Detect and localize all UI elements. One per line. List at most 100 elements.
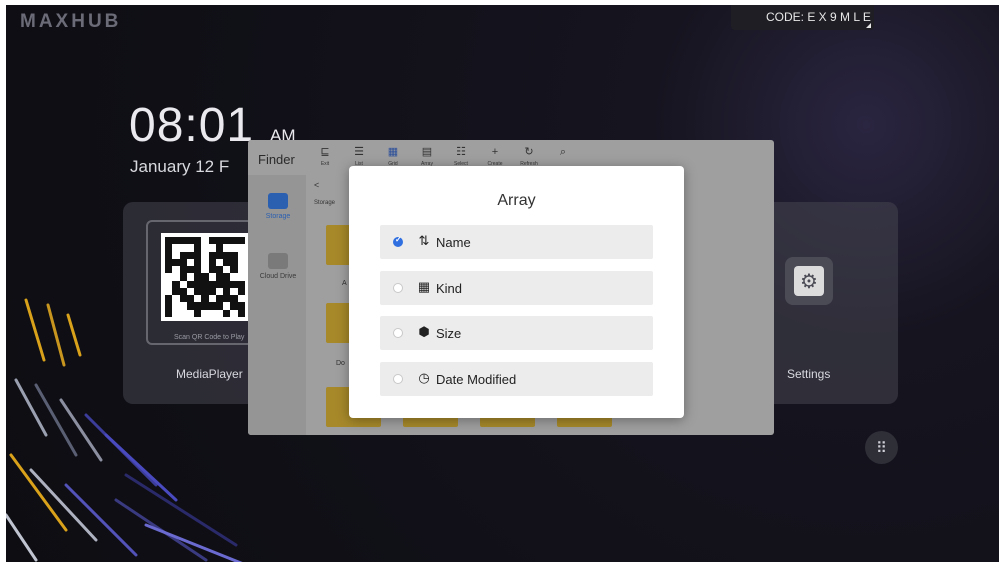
qr-module xyxy=(215,273,224,281)
radio-unchecked-icon[interactable] xyxy=(393,328,403,338)
qr-module xyxy=(230,237,238,245)
radio-unchecked-icon[interactable] xyxy=(393,374,403,384)
qr-module xyxy=(201,258,209,267)
refresh-icon: ↻ xyxy=(524,146,534,158)
qr-module xyxy=(237,266,245,274)
qr-module xyxy=(201,244,209,252)
qr-module xyxy=(223,273,231,281)
kind-grid-icon: ▦ xyxy=(417,279,431,294)
code-badge[interactable]: CODE: E X 9 M L E xyxy=(731,5,874,30)
qr-module xyxy=(208,237,216,245)
qr-module xyxy=(208,258,216,267)
code-text: CODE: E X 9 M L E xyxy=(766,10,871,24)
qr-module xyxy=(194,244,202,252)
finder-sidebar: Storage Cloud Drive xyxy=(248,175,306,435)
qr-module xyxy=(208,251,216,259)
toolbar-exit-label: Exit xyxy=(320,161,330,167)
sort-option-size[interactable]: ⬢ Size xyxy=(380,316,653,350)
qr-module xyxy=(208,266,216,274)
qr-module xyxy=(201,251,209,259)
settings-app-icon[interactable]: ⚙ xyxy=(785,257,833,305)
qr-module xyxy=(186,237,195,245)
search-icon: ⌕ xyxy=(559,146,567,158)
list-icon: ☰ xyxy=(354,146,364,158)
qr-module xyxy=(179,237,187,245)
qr-module xyxy=(230,273,238,281)
qr-module xyxy=(172,244,180,252)
qr-module xyxy=(223,237,231,245)
qr-module xyxy=(230,251,238,259)
sort-option-name[interactable]: ⇅ Name xyxy=(380,225,653,259)
qr-module xyxy=(215,251,224,259)
sort-option-label: Date Modified xyxy=(436,372,517,387)
qr-module xyxy=(208,273,216,281)
apps-grid-button[interactable]: ⠿ xyxy=(865,431,898,464)
qr-module xyxy=(186,251,195,259)
storage-icon xyxy=(268,193,288,209)
radio-checked-icon[interactable] xyxy=(393,235,403,247)
sort-option-date-modified[interactable]: ◷ Date Modified xyxy=(380,362,653,396)
qr-module xyxy=(172,237,180,245)
qr-module xyxy=(172,266,180,274)
qr-module xyxy=(165,251,173,259)
sort-option-kind[interactable]: ▦ Kind xyxy=(380,271,653,305)
qr-module xyxy=(179,244,187,252)
settings-label[interactable]: Settings xyxy=(787,367,830,381)
qr-module xyxy=(230,258,238,267)
qr-module xyxy=(223,266,231,274)
qr-module xyxy=(237,251,245,259)
desktop-screen: MAXHUB CODE: E X 9 M L E 08:01 AM Januar… xyxy=(6,5,999,562)
qr-module xyxy=(186,273,195,281)
qr-module xyxy=(165,273,173,281)
qr-module xyxy=(194,258,202,267)
qr-module xyxy=(165,244,173,252)
sort-option-label: Kind xyxy=(436,281,463,296)
array-dialog: Array ⇅ Name ▦ Kind ⬢ Size ◷ Date Modifi… xyxy=(349,166,684,418)
qr-module xyxy=(223,244,231,252)
qr-module xyxy=(172,251,180,259)
gear-icon: ⚙ xyxy=(794,266,824,296)
qr-module xyxy=(223,251,231,259)
grid-dots-icon: ⠿ xyxy=(876,439,887,457)
qr-module xyxy=(186,266,195,274)
toolbar-exit-button[interactable]: ⊑ Exit xyxy=(312,146,338,170)
qr-module xyxy=(215,237,224,245)
cloud-drive-icon xyxy=(268,253,288,269)
expand-corner-icon xyxy=(866,23,871,28)
qr-module xyxy=(223,258,231,267)
qr-module xyxy=(215,244,224,252)
clock-date: January 12 F xyxy=(130,157,230,176)
back-button[interactable]: < xyxy=(314,180,319,190)
select-icon: ☷ xyxy=(456,146,466,158)
qr-module xyxy=(186,244,195,252)
qr-module xyxy=(230,266,238,274)
qr-module xyxy=(165,266,173,274)
qr-module xyxy=(237,237,245,245)
sidebar-item-storage[interactable]: Storage xyxy=(254,193,302,220)
qr-module xyxy=(179,266,187,274)
sort-option-label: Size xyxy=(436,326,462,341)
finder-title: Finder xyxy=(258,152,295,167)
sort-az-icon: ⇅ xyxy=(418,233,430,248)
radio-unchecked-icon[interactable] xyxy=(393,283,403,293)
sidebar-item-cloud-drive[interactable]: Cloud Drive xyxy=(254,253,302,280)
qr-module xyxy=(208,244,216,252)
qr-module xyxy=(194,237,202,245)
grid-icon: ▦ xyxy=(387,146,399,158)
plus-icon: + xyxy=(491,146,499,158)
qr-module xyxy=(201,266,209,274)
clock-time: 08:01 xyxy=(129,99,255,152)
qr-module xyxy=(237,244,245,252)
qr-module xyxy=(194,273,202,281)
qr-module xyxy=(172,273,180,281)
breadcrumb[interactable]: Storage xyxy=(314,200,335,206)
qr-module xyxy=(179,273,187,281)
maxhub-logo: MAXHUB xyxy=(20,11,122,32)
qr-module xyxy=(230,244,238,252)
qr-module xyxy=(237,273,245,281)
clock-icon: ◷ xyxy=(418,370,430,385)
qr-module xyxy=(215,258,224,267)
qr-module xyxy=(237,258,245,267)
sort-option-label: Name xyxy=(436,235,471,250)
qr-module xyxy=(186,258,195,267)
